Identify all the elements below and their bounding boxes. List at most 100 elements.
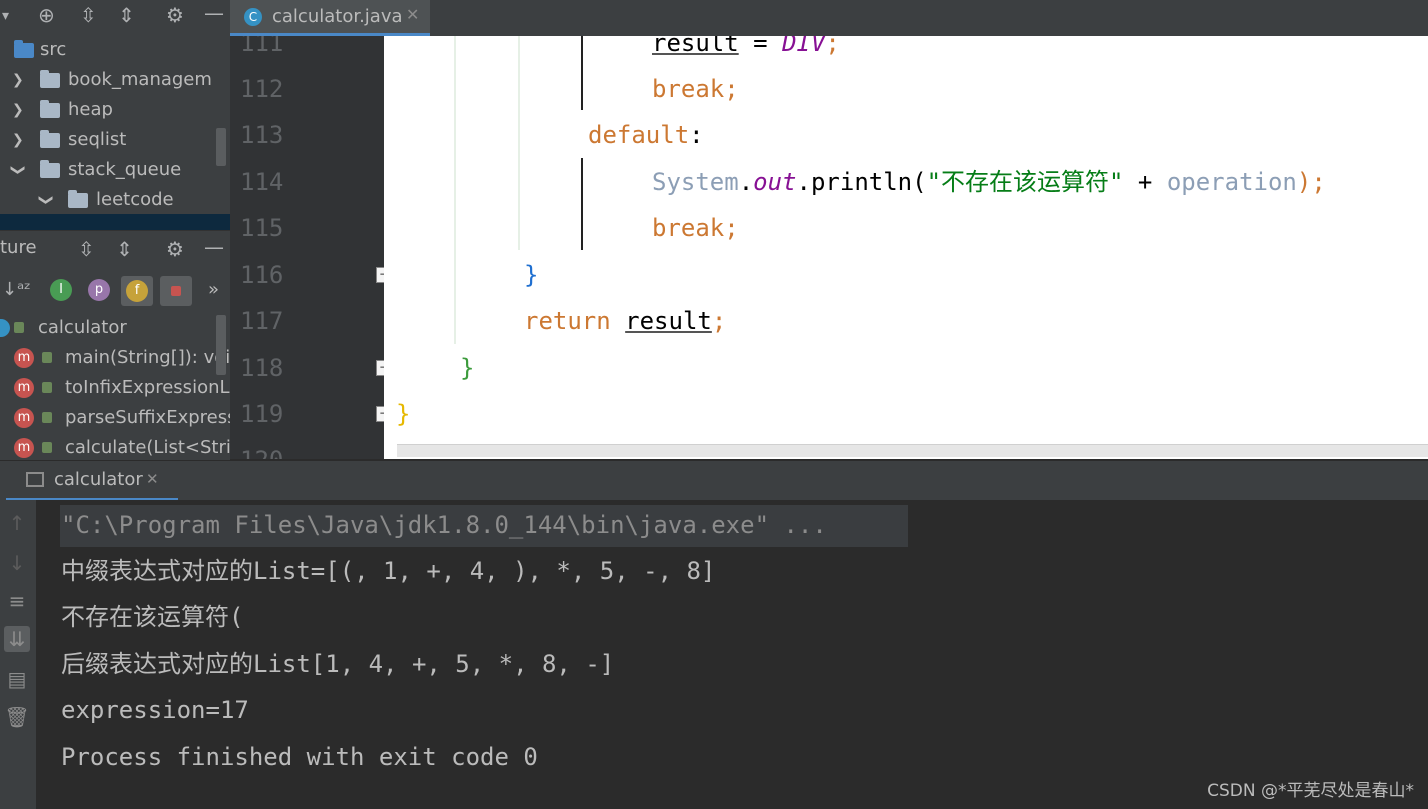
dropdown-icon[interactable]: ▾	[2, 6, 9, 26]
run-toolbar: ↑ ↓ ≡ ⇊ ▤ 🗑	[0, 500, 36, 809]
editor-horizontal-scrollbar[interactable]	[397, 444, 1428, 457]
chevron-down-icon[interactable]: ❯	[3, 164, 33, 176]
package-folder-icon	[68, 190, 88, 208]
method-icon: m	[14, 408, 34, 428]
tree-selected-row[interactable]	[0, 214, 230, 230]
console-line: 不存在该运算符(	[61, 603, 244, 631]
sort-alpha-icon[interactable]: ↓ᵃᶻ	[2, 280, 31, 300]
console-line: 中缀表达式对应的List=[(, 1, +, 4, ), *, 5, -, 8]	[61, 557, 716, 585]
structure-scrollbar[interactable]	[216, 315, 226, 375]
tree-item-heap[interactable]: ❯ heap	[0, 95, 230, 125]
run-tabbar: calculator ✕	[0, 460, 1428, 501]
line-number: 114	[240, 168, 284, 196]
tree-item-seqlist[interactable]: ❯ seqlist	[0, 125, 230, 155]
line-number: 113	[240, 121, 284, 149]
more-filters-icon[interactable]: »	[208, 279, 219, 300]
tree-item-src[interactable]: src	[0, 35, 230, 65]
line-number: 118	[240, 354, 284, 382]
scroll-to-end-icon[interactable]: ⇊	[4, 626, 30, 652]
arrow-up-icon[interactable]: ↑	[4, 510, 30, 536]
locate-icon[interactable]: ⊕	[38, 5, 55, 25]
line-number: 115	[240, 214, 284, 242]
fold-icon[interactable]: −	[376, 360, 384, 376]
minimize-icon[interactable]: —	[204, 3, 224, 23]
line-number: 111	[240, 36, 284, 57]
method-icon: m	[14, 438, 34, 458]
project-scrollbar[interactable]	[216, 128, 226, 166]
gear-icon[interactable]: ⚙	[166, 5, 184, 25]
console-icon	[26, 472, 44, 487]
properties-filter-icon[interactable]: p	[88, 279, 110, 301]
lock-icon	[42, 442, 52, 453]
console-line: 后缀表达式对应的List[1, 4, +, 5, *, 8, -]	[61, 650, 615, 678]
indent-guide-active	[581, 158, 583, 250]
tree-item-leetcode[interactable]: ❯ leetcode	[0, 185, 230, 215]
code-line-119: }	[396, 400, 411, 428]
close-icon[interactable]: ✕	[146, 470, 159, 488]
source-folder-icon	[14, 40, 34, 58]
fields-filter-icon: f	[126, 280, 148, 302]
lock-icon	[14, 322, 24, 333]
code-line-114: System.out.println("不存在该运算符" + operation…	[652, 168, 1326, 196]
tab-run-calculator[interactable]: calculator ✕	[6, 461, 178, 501]
expand-all-icon[interactable]: ⇳	[80, 5, 97, 25]
console-output[interactable]: "C:\Program Files\Java\jdk1.8.0_144\bin\…	[36, 500, 1428, 809]
structure-method[interactable]: m calculate(List<Strin	[0, 433, 230, 461]
chevron-right-icon[interactable]: ❯	[12, 95, 24, 125]
close-icon[interactable]: ✕	[406, 5, 419, 24]
project-toolbar: ▾ ⊕ ⇳ ⇕ ⚙ —	[0, 0, 230, 33]
code-line-115: break;	[652, 214, 739, 242]
lock-icon	[171, 286, 181, 296]
non-public-filter-toggle[interactable]	[160, 276, 192, 306]
structure-root-class[interactable]: calculator	[0, 313, 230, 343]
collapse-all-icon[interactable]: ⇕	[118, 5, 135, 25]
tree-item-book-managem[interactable]: ❯ book_managem	[0, 65, 230, 95]
chevron-right-icon[interactable]: ❯	[12, 125, 24, 155]
inherited-filter-icon[interactable]: I	[50, 279, 72, 301]
indent-guide-active	[581, 36, 583, 110]
package-folder-icon	[40, 130, 60, 148]
minimize-icon[interactable]: —	[204, 237, 224, 257]
line-number: 119	[240, 400, 284, 428]
fold-icon[interactable]: −	[376, 267, 384, 283]
soft-wrap-icon[interactable]: ≡	[4, 588, 30, 614]
structure-title: ture	[0, 237, 37, 258]
method-icon: m	[14, 348, 34, 368]
class-icon	[0, 319, 10, 337]
structure-method[interactable]: m parseSuffixExpressi	[0, 403, 230, 433]
editor-tabbar: C calculator.java ✕	[230, 0, 1428, 36]
collapse-all-icon[interactable]: ⇕	[116, 239, 133, 259]
code-editor[interactable]: result = DIV; break; default: System.out…	[384, 36, 1428, 459]
chevron-right-icon[interactable]: ❯	[12, 65, 24, 95]
code-line-116: }	[524, 261, 539, 289]
line-number: 116	[240, 261, 284, 289]
fold-icon[interactable]: −	[376, 406, 384, 422]
method-icon: m	[14, 378, 34, 398]
chevron-down-icon[interactable]: ❯	[31, 194, 61, 206]
indent-guide	[454, 36, 456, 344]
tab-calculator-java[interactable]: C calculator.java ✕	[230, 0, 430, 36]
line-number: 112	[240, 75, 284, 103]
structure-panel: ture ⇳ ⇕ ⚙ — ↓ᵃᶻ I p f » calculator m ma…	[0, 230, 230, 461]
project-panel: ▾ ⊕ ⇳ ⇕ ⚙ — src ❯ book_managem ❯ heap ❯ …	[0, 0, 230, 230]
trash-icon[interactable]: 🗑	[4, 704, 30, 730]
editor-gutter: 111 112 113 114 115 116 117 118 119 120 …	[230, 36, 384, 459]
arrow-down-icon[interactable]: ↓	[4, 550, 30, 576]
line-number: 120	[240, 437, 300, 459]
java-class-icon: C	[244, 8, 262, 26]
package-folder-icon	[40, 70, 60, 88]
structure-method[interactable]: m main(String[]): void	[0, 343, 230, 373]
code-line-117: return result;	[524, 307, 727, 335]
tree-item-stack-queue[interactable]: ❯ stack_queue	[0, 155, 230, 185]
print-icon[interactable]: ▤	[4, 666, 30, 692]
package-folder-icon	[40, 100, 60, 118]
package-folder-icon	[40, 160, 60, 178]
console-line: Process finished with exit code 0	[61, 743, 538, 771]
line-number: 117	[240, 307, 284, 335]
gear-icon[interactable]: ⚙	[166, 239, 184, 259]
fields-filter-toggle[interactable]: f	[121, 276, 153, 306]
indent-guide	[518, 36, 520, 250]
expand-all-icon[interactable]: ⇳	[78, 239, 95, 259]
structure-method[interactable]: m toInfixExpressionLis	[0, 373, 230, 403]
lock-icon	[42, 382, 52, 393]
